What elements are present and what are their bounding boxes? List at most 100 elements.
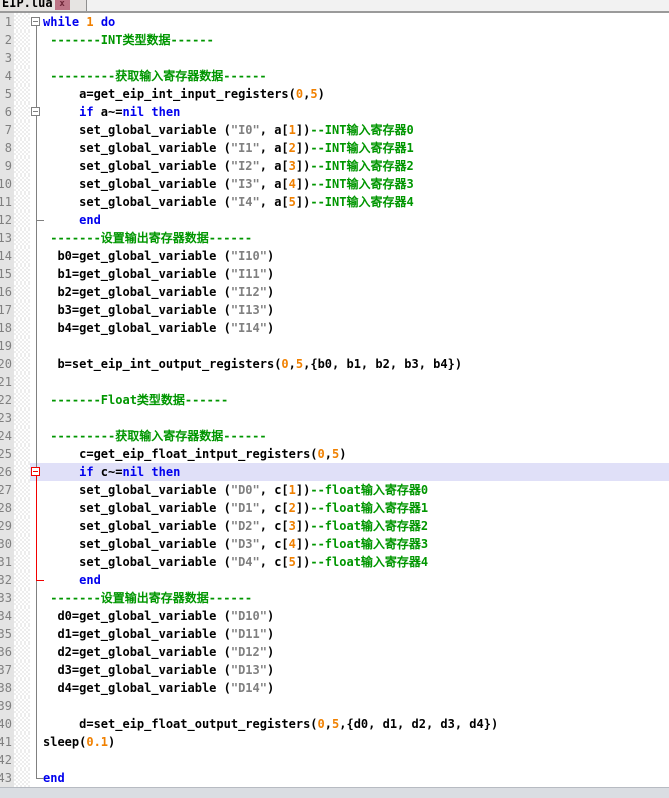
line-body[interactable]: set_global_variable ("D3", c[4])--float输… [30,535,669,553]
code-line[interactable]: 42 [0,751,669,769]
line-body[interactable]: -------Float类型数据------ [30,391,669,409]
line-body[interactable] [30,337,669,355]
fold-margin[interactable] [14,175,30,193]
code-line[interactable]: 19 [0,337,669,355]
code-line[interactable]: 41 sleep(0.1) [0,733,669,751]
code-line[interactable]: 21 [0,373,669,391]
line-body[interactable]: -------INT类型数据------ [30,31,669,49]
code-line[interactable]: 40 d=set_eip_float_output_registers(0,5,… [0,715,669,733]
fold-margin[interactable] [14,661,30,679]
tab-close-icon[interactable]: x [55,0,70,10]
line-body[interactable]: -------设置输出寄存器数据------ [30,589,669,607]
fold-margin[interactable] [14,643,30,661]
line-body[interactable]: b4=get_global_variable ("I14") [30,319,669,337]
code-line[interactable]: 29 set_global_variable ("D2", c[3])--flo… [0,517,669,535]
line-body[interactable]: set_global_variable ("I2", a[3])--INT输入寄… [30,157,669,175]
line-body[interactable]: sleep(0.1) [30,733,669,751]
fold-margin[interactable] [14,535,30,553]
line-body[interactable] [30,751,669,769]
line-number[interactable]: 12 [0,211,14,229]
code-line[interactable]: 37 d3=get_global_variable ("D13") [0,661,669,679]
line-body[interactable]: b1=get_global_variable ("I11") [30,265,669,283]
line-number[interactable]: 21 [0,373,14,391]
line-body[interactable]: end [30,571,669,589]
line-body[interactable]: set_global_variable ("D1", c[2])--float输… [30,499,669,517]
line-body[interactable]: d2=get_global_variable ("D12") [30,643,669,661]
line-number[interactable]: 13 [0,229,14,247]
code-line[interactable]: 1while 1 do [0,13,669,31]
line-number[interactable]: 29 [0,517,14,535]
code-line[interactable]: 11 set_global_variable ("I4", a[5])--INT… [0,193,669,211]
code-line[interactable]: 7 set_global_variable ("I0", a[1])--INT输… [0,121,669,139]
fold-margin[interactable] [14,553,30,571]
code-line[interactable]: 33 -------设置输出寄存器数据------ [0,589,669,607]
line-body[interactable]: set_global_variable ("I4", a[5])--INT输入寄… [30,193,669,211]
line-number[interactable]: 27 [0,481,14,499]
fold-margin[interactable] [14,229,30,247]
line-body[interactable]: c=get_eip_float_intput_registers(0,5) [30,445,669,463]
line-number[interactable]: 31 [0,553,14,571]
line-number[interactable]: 6 [0,103,14,121]
code-line[interactable]: 9 set_global_variable ("I2", a[3])--INT输… [0,157,669,175]
fold-margin[interactable] [14,607,30,625]
line-number[interactable]: 36 [0,643,14,661]
line-number[interactable]: 10 [0,175,14,193]
fold-margin[interactable] [14,589,30,607]
code-line[interactable]: 17 b3=get_global_variable ("I13") [0,301,669,319]
code-line[interactable]: 15 b1=get_global_variable ("I11") [0,265,669,283]
code-line[interactable]: 35 d1=get_global_variable ("D11") [0,625,669,643]
line-number[interactable]: 20 [0,355,14,373]
code-line[interactable]: 28 set_global_variable ("D1", c[2])--flo… [0,499,669,517]
line-number[interactable]: 41 [0,733,14,751]
code-line[interactable]: 16 b2=get_global_variable ("I12") [0,283,669,301]
code-line[interactable]: 31 set_global_variable ("D4", c[5])--flo… [0,553,669,571]
line-number[interactable]: 11 [0,193,14,211]
fold-toggle-icon[interactable] [31,107,40,116]
file-tab[interactable]: EIP.lua x [0,0,87,11]
fold-margin[interactable] [14,751,30,769]
fold-margin[interactable] [14,193,30,211]
line-number[interactable]: 17 [0,301,14,319]
fold-margin[interactable] [14,697,30,715]
code-line[interactable]: 32 end [0,571,669,589]
fold-margin[interactable] [14,517,30,535]
code-line[interactable]: 14 b0=get_global_variable ("I10") [0,247,669,265]
line-body[interactable]: while 1 do [30,13,669,31]
line-number[interactable]: 3 [0,49,14,67]
code-line[interactable]: 20 b=set_eip_int_output_registers(0,5,{b… [0,355,669,373]
code-line[interactable]: 30 set_global_variable ("D3", c[4])--flo… [0,535,669,553]
code-line[interactable]: 26 if c~=nil then [0,463,669,481]
code-line[interactable]: 13 -------设置输出寄存器数据------ [0,229,669,247]
line-body[interactable]: d1=get_global_variable ("D11") [30,625,669,643]
code-editor[interactable]: 1while 1 do2 -------INT类型数据------ 34 ----… [0,13,669,787]
fold-margin[interactable] [14,733,30,751]
line-number[interactable]: 34 [0,607,14,625]
line-number[interactable]: 24 [0,427,14,445]
fold-margin[interactable] [14,283,30,301]
line-body[interactable]: a=get_eip_int_input_registers(0,5) [30,85,669,103]
fold-margin[interactable] [14,409,30,427]
line-number[interactable]: 42 [0,751,14,769]
fold-margin[interactable] [14,157,30,175]
line-number[interactable]: 7 [0,121,14,139]
line-number[interactable]: 43 [0,769,14,787]
line-body[interactable]: set_global_variable ("I1", a[2])--INT输入寄… [30,139,669,157]
code-line[interactable]: 12 end [0,211,669,229]
fold-margin[interactable] [14,769,30,787]
line-number[interactable]: 14 [0,247,14,265]
fold-margin[interactable] [14,211,30,229]
fold-margin[interactable] [14,355,30,373]
fold-margin[interactable] [14,625,30,643]
line-number[interactable]: 16 [0,283,14,301]
line-number[interactable]: 19 [0,337,14,355]
fold-margin[interactable] [14,265,30,283]
line-number[interactable]: 30 [0,535,14,553]
code-line[interactable]: 22 -------Float类型数据------ [0,391,669,409]
fold-toggle-icon[interactable] [31,17,40,26]
code-line[interactable]: 27 set_global_variable ("D0", c[1])--flo… [0,481,669,499]
code-line[interactable]: 2 -------INT类型数据------ [0,31,669,49]
line-body[interactable]: -------设置输出寄存器数据------ [30,229,669,247]
fold-margin[interactable] [14,445,30,463]
line-body[interactable]: b=set_eip_int_output_registers(0,5,{b0, … [30,355,669,373]
line-body[interactable]: set_global_variable ("D4", c[5])--float输… [30,553,669,571]
